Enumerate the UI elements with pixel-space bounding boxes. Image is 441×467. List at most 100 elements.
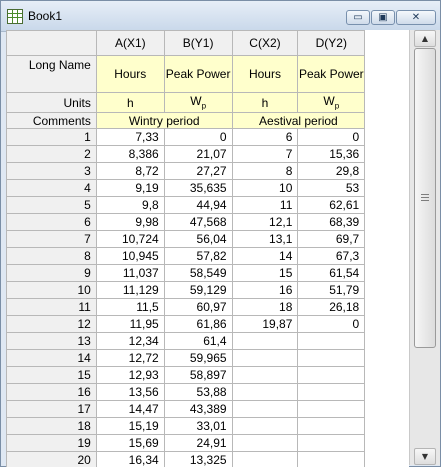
cell-c[interactable] xyxy=(231,366,299,384)
cell-c[interactable]: 14 xyxy=(231,247,299,265)
comments-label[interactable]: Comments xyxy=(6,112,97,129)
row-number[interactable]: 10 xyxy=(6,281,97,299)
cell-a[interactable]: 9,8 xyxy=(95,196,165,214)
cell-a[interactable]: 8,72 xyxy=(95,162,165,180)
cell-b[interactable]: 59,965 xyxy=(163,349,233,367)
long-name-cell[interactable]: Peak Power xyxy=(297,55,366,93)
cell-d[interactable] xyxy=(297,400,366,418)
scroll-thumb[interactable] xyxy=(414,48,436,348)
cell-a[interactable]: 11,95 xyxy=(95,315,165,333)
cell-d[interactable]: 69,7 xyxy=(297,230,366,248)
row-number[interactable]: 18 xyxy=(6,417,97,435)
cell-a[interactable]: 16,34 xyxy=(95,451,165,467)
cell-b[interactable]: 24,91 xyxy=(163,434,233,452)
cell-a[interactable]: 11,037 xyxy=(95,264,165,282)
cell-b[interactable]: 35,635 xyxy=(163,179,233,197)
cell-a[interactable]: 10,945 xyxy=(95,247,165,265)
cell-d[interactable] xyxy=(297,349,366,367)
cell-c[interactable] xyxy=(231,451,299,467)
cell-d[interactable]: 68,39 xyxy=(297,213,366,231)
minimize-button[interactable]: ▭ xyxy=(346,10,370,25)
long-name-cell[interactable]: Peak Power xyxy=(163,55,233,93)
row-number[interactable]: 5 xyxy=(6,196,97,214)
cell-d[interactable]: 26,18 xyxy=(297,298,366,316)
cell-c[interactable]: 7 xyxy=(231,145,299,163)
row-number[interactable]: 17 xyxy=(6,400,97,418)
cell-b[interactable]: 47,568 xyxy=(163,213,233,231)
cell-b[interactable]: 33,01 xyxy=(163,417,233,435)
cell-c[interactable]: 11 xyxy=(231,196,299,214)
comment-cell-aestival[interactable]: Aestival period xyxy=(231,112,366,129)
cell-c[interactable] xyxy=(231,383,299,401)
vertical-scrollbar[interactable]: ▲ ▼ xyxy=(409,30,440,465)
cell-d[interactable]: 0 xyxy=(297,128,366,146)
cell-c[interactable]: 10 xyxy=(231,179,299,197)
row-number[interactable]: 2 xyxy=(6,145,97,163)
cell-d[interactable]: 53 xyxy=(297,179,366,197)
cell-b[interactable]: 56,04 xyxy=(163,230,233,248)
row-number[interactable]: 3 xyxy=(6,162,97,180)
close-button[interactable]: ✕ xyxy=(396,10,436,25)
cell-d[interactable]: 0 xyxy=(297,315,366,333)
cell-b[interactable]: 53,88 xyxy=(163,383,233,401)
cell-b[interactable]: 57,82 xyxy=(163,247,233,265)
cell-b[interactable]: 60,97 xyxy=(163,298,233,316)
cell-c[interactable]: 6 xyxy=(231,128,299,146)
cell-a[interactable]: 12,34 xyxy=(95,332,165,350)
cell-a[interactable]: 12,93 xyxy=(95,366,165,384)
cell-d[interactable] xyxy=(297,366,366,384)
row-number[interactable]: 13 xyxy=(6,332,97,350)
cell-c[interactable]: 15 xyxy=(231,264,299,282)
title-bar[interactable]: Book1 ▭ ▣ ✕ xyxy=(1,1,440,32)
long-name-label[interactable]: Long Name xyxy=(6,55,97,93)
worksheet-grid[interactable]: A(X1) B(Y1) C(X2) D(Y2) Long Name Hours … xyxy=(6,30,409,467)
cell-c[interactable]: 12,1 xyxy=(231,213,299,231)
cell-b[interactable]: 43,389 xyxy=(163,400,233,418)
cell-b[interactable]: 58,897 xyxy=(163,366,233,384)
cell-c[interactable] xyxy=(231,434,299,452)
long-name-cell[interactable]: Hours xyxy=(95,55,165,93)
cell-d[interactable] xyxy=(297,417,366,435)
cell-b[interactable]: 44,94 xyxy=(163,196,233,214)
cell-d[interactable] xyxy=(297,451,366,467)
cell-d[interactable] xyxy=(297,434,366,452)
cell-d[interactable] xyxy=(297,332,366,350)
column-header-d[interactable]: D(Y2) xyxy=(297,30,366,56)
row-number[interactable]: 6 xyxy=(6,213,97,231)
cell-c[interactable] xyxy=(231,332,299,350)
cell-d[interactable]: 67,3 xyxy=(297,247,366,265)
row-number[interactable]: 7 xyxy=(6,230,97,248)
comment-cell-wintry[interactable]: Wintry period xyxy=(95,112,233,129)
cell-c[interactable]: 16 xyxy=(231,281,299,299)
row-number[interactable]: 11 xyxy=(6,298,97,316)
units-cell[interactable]: Wp xyxy=(297,92,366,113)
cell-a[interactable]: 14,47 xyxy=(95,400,165,418)
cell-b[interactable]: 27,27 xyxy=(163,162,233,180)
units-cell[interactable]: h xyxy=(231,92,299,113)
cell-d[interactable]: 29,8 xyxy=(297,162,366,180)
cell-a[interactable]: 11,129 xyxy=(95,281,165,299)
cell-d[interactable] xyxy=(297,383,366,401)
cell-b[interactable]: 0 xyxy=(163,128,233,146)
units-cell[interactable]: Wp xyxy=(163,92,233,113)
row-number[interactable]: 14 xyxy=(6,349,97,367)
cell-a[interactable]: 10,724 xyxy=(95,230,165,248)
long-name-cell[interactable]: Hours xyxy=(231,55,299,93)
corner-cell[interactable] xyxy=(6,30,97,56)
cell-c[interactable]: 19,87 xyxy=(231,315,299,333)
cell-a[interactable]: 9,19 xyxy=(95,179,165,197)
row-number[interactable]: 12 xyxy=(6,315,97,333)
cell-d[interactable]: 62,61 xyxy=(297,196,366,214)
cell-a[interactable]: 11,5 xyxy=(95,298,165,316)
cell-c[interactable]: 13,1 xyxy=(231,230,299,248)
column-header-a[interactable]: A(X1) xyxy=(95,30,165,56)
cell-d[interactable]: 51,79 xyxy=(297,281,366,299)
cell-a[interactable]: 13,56 xyxy=(95,383,165,401)
cell-c[interactable]: 18 xyxy=(231,298,299,316)
cell-c[interactable] xyxy=(231,400,299,418)
cell-b[interactable]: 13,325 xyxy=(163,451,233,467)
cell-c[interactable] xyxy=(231,349,299,367)
cell-a[interactable]: 8,386 xyxy=(95,145,165,163)
cell-b[interactable]: 59,129 xyxy=(163,281,233,299)
scroll-up-button[interactable]: ▲ xyxy=(414,30,436,47)
